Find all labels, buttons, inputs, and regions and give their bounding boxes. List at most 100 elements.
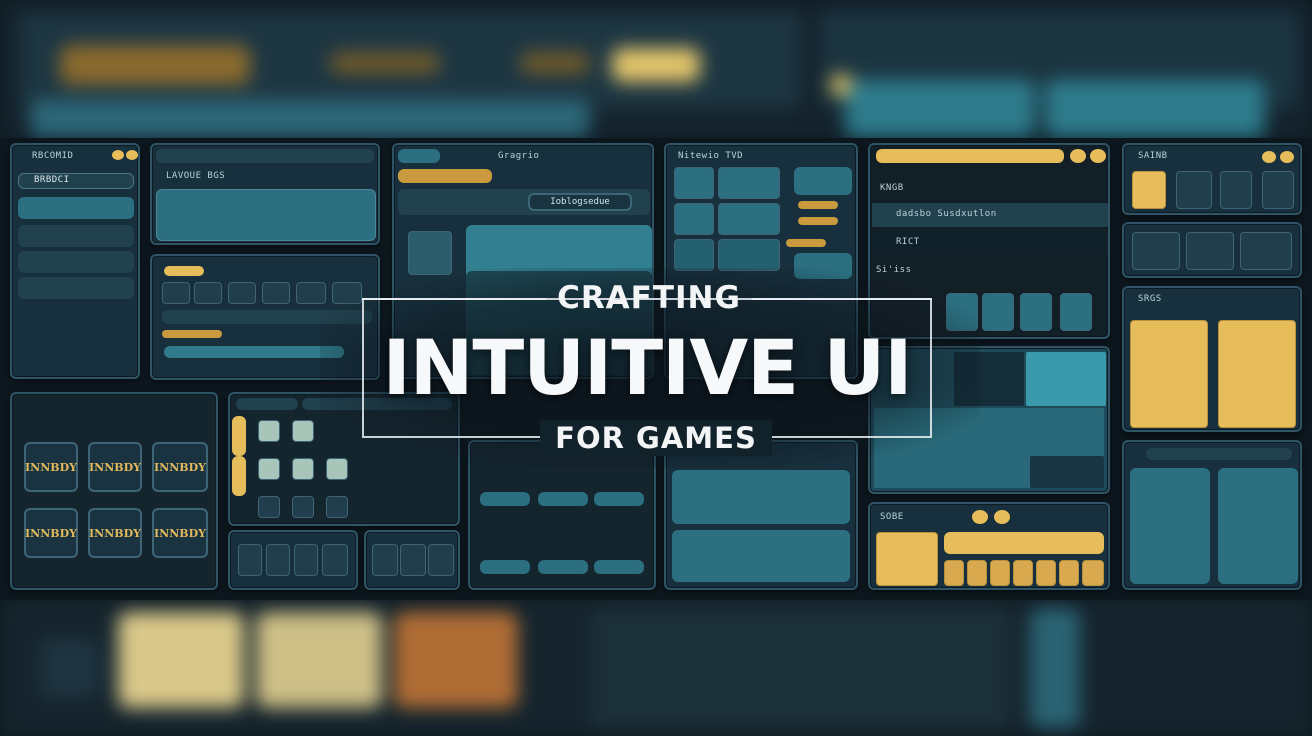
- keypad-key[interactable]: [538, 492, 588, 506]
- action-slot[interactable]: [400, 544, 426, 576]
- inventory-slot[interactable]: INNBDY: [152, 442, 208, 492]
- keypad-key[interactable]: [480, 560, 530, 574]
- action-slot[interactable]: [1082, 560, 1104, 586]
- hotbar-slot[interactable]: [258, 496, 280, 518]
- list-item-label: dadsbo Susdxutlon: [896, 209, 997, 219]
- hotbar-slot[interactable]: [326, 496, 348, 518]
- menu-icon[interactable]: [1262, 171, 1294, 209]
- skill-slot[interactable]: [982, 293, 1014, 331]
- title-rule: [362, 298, 546, 300]
- scene-action-button[interactable]: Ioblogsedue: [528, 193, 632, 211]
- inventory-slot[interactable]: INNBDY: [24, 442, 78, 492]
- menu-panel-header: RBCOMID: [32, 151, 74, 161]
- menu-item[interactable]: [18, 277, 134, 299]
- action-slot[interactable]: [294, 544, 318, 576]
- grid-cell[interactable]: [718, 203, 780, 235]
- coin-icon: [972, 510, 988, 524]
- item-slot[interactable]: [1186, 232, 1234, 270]
- action-slot[interactable]: [990, 560, 1010, 586]
- inventory-slot[interactable]: INNBDY: [152, 508, 208, 558]
- skill-slot[interactable]: [1020, 293, 1052, 331]
- detail-panel: [1122, 440, 1302, 590]
- action-slot[interactable]: [238, 544, 262, 576]
- action-slot[interactable]: [322, 544, 348, 576]
- list-title-bar: [876, 149, 1064, 163]
- inventory-slot[interactable]: INNBDY: [88, 442, 142, 492]
- action-bar-left: [228, 530, 358, 590]
- inventory-slot[interactable]: INNBDY: [88, 508, 142, 558]
- keypad-key[interactable]: [594, 560, 644, 574]
- inventory-slot[interactable]: INNBDY: [24, 508, 78, 558]
- action-slot[interactable]: [944, 560, 964, 586]
- title-line-for-games: FOR GAMES: [540, 420, 772, 456]
- action-slot[interactable]: [266, 544, 290, 576]
- coin-icon: [1262, 151, 1276, 163]
- blurred-background-top: [0, 0, 1312, 140]
- grid-cell[interactable]: [674, 203, 714, 235]
- title-line-crafting: CRAFTING: [557, 280, 741, 316]
- skill-slot[interactable]: [1060, 293, 1092, 331]
- menu-panel: RBCOMID BRBDCI: [10, 143, 140, 379]
- hotbar-slot[interactable]: [258, 420, 280, 442]
- action-slot[interactable]: [428, 544, 454, 576]
- slot[interactable]: [262, 282, 290, 304]
- coin-icon: [1070, 149, 1086, 163]
- coin-icon: [994, 510, 1010, 524]
- map-region: [1026, 352, 1106, 406]
- menu-icon[interactable]: [1220, 171, 1252, 209]
- keypad-key[interactable]: [480, 492, 530, 506]
- main-action-tile[interactable]: [876, 532, 938, 586]
- keypad-key[interactable]: [594, 492, 644, 506]
- hotbar-tab[interactable]: [236, 398, 298, 410]
- quick-tile[interactable]: [1176, 171, 1212, 209]
- menu-item[interactable]: [18, 197, 134, 219]
- grid-cell[interactable]: [718, 239, 780, 271]
- quick-panel-header: SAINB: [1138, 151, 1168, 161]
- coin-icon: [1090, 149, 1106, 163]
- list-item-label: RICT: [896, 237, 920, 247]
- grid-side-cell: [794, 167, 852, 195]
- menu-item[interactable]: [18, 251, 134, 273]
- grid-tag: [798, 217, 838, 225]
- title-rule: [752, 298, 932, 300]
- layout-panel-header: LAVOUE BGS: [166, 171, 226, 181]
- hotbar-slot[interactable]: [292, 420, 314, 442]
- action-slot[interactable]: [1036, 560, 1056, 586]
- quick-tile[interactable]: [1132, 171, 1166, 209]
- grid-panel-header: Nitewio TVD: [678, 151, 744, 161]
- hotbar-slot[interactable]: [258, 458, 280, 480]
- quick-panel: SAINB: [1122, 143, 1302, 215]
- keypad-key[interactable]: [538, 560, 588, 574]
- reward-panel-header: SRGS: [1138, 294, 1162, 304]
- item-slot[interactable]: [1240, 232, 1292, 270]
- action-slot[interactable]: [372, 544, 398, 576]
- hotbar-side-bar: [232, 456, 246, 496]
- layout-panel-content: [156, 189, 376, 241]
- slot[interactable]: [194, 282, 222, 304]
- hotbar-slot[interactable]: [292, 458, 314, 480]
- preview-area: [672, 470, 850, 524]
- grid-cell[interactable]: [674, 239, 714, 271]
- list-heading: KNGB: [880, 183, 904, 193]
- preview-area: [672, 530, 850, 582]
- action-slot[interactable]: [1059, 560, 1079, 586]
- slot[interactable]: [162, 282, 190, 304]
- hotbar-slot[interactable]: [292, 496, 314, 518]
- item-slot[interactable]: [1132, 232, 1180, 270]
- detail-topbar: [1146, 448, 1292, 460]
- scene-label-bar: [398, 169, 492, 183]
- reward-tile[interactable]: [1218, 320, 1296, 428]
- slot[interactable]: [228, 282, 256, 304]
- blurred-background-bottom: [0, 598, 1312, 736]
- bottom-action-panel: SOBE: [868, 502, 1110, 590]
- grid-cell[interactable]: [674, 167, 714, 199]
- menu-item[interactable]: [18, 225, 134, 247]
- action-slot[interactable]: [1013, 560, 1033, 586]
- action-slot[interactable]: [967, 560, 987, 586]
- reward-tile[interactable]: [1130, 320, 1208, 428]
- progress-row: [164, 346, 344, 358]
- stat-bar: [164, 266, 204, 276]
- coin-icon: [1280, 151, 1294, 163]
- grid-cell[interactable]: [718, 167, 780, 199]
- map-region: [1030, 456, 1104, 488]
